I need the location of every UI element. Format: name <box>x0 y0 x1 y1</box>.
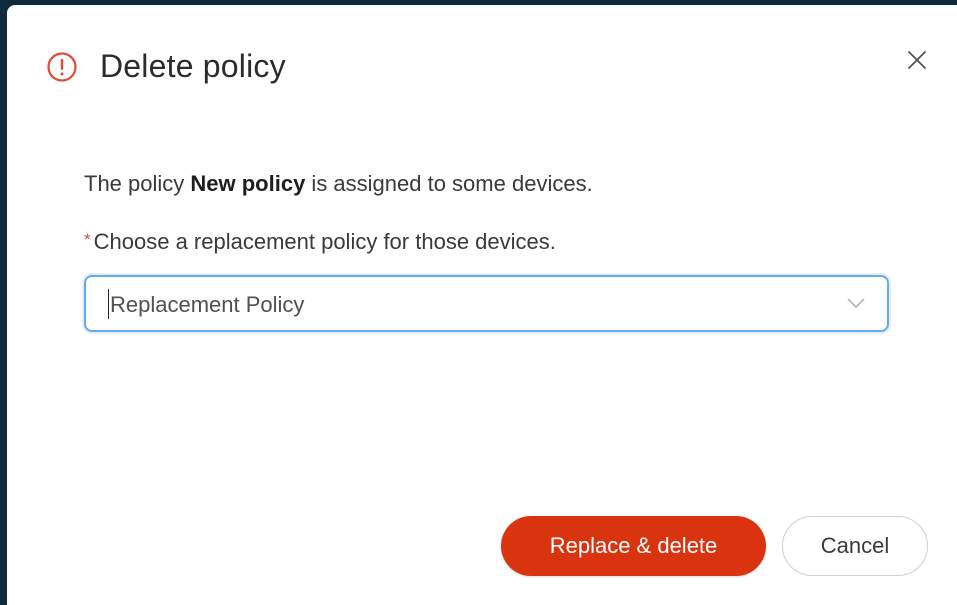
cancel-button[interactable]: Cancel <box>782 516 928 576</box>
dialog-message: The policy New policy is assigned to som… <box>84 171 593 197</box>
warning-circle-icon <box>47 51 77 82</box>
close-icon <box>908 51 926 69</box>
replace-and-delete-button[interactable]: Replace & delete <box>501 516 766 576</box>
replacement-label: * Choose a replacement policy for those … <box>84 229 556 255</box>
instruction-text: Choose a replacement policy for those de… <box>93 229 556 254</box>
replacement-policy-select[interactable]: Replacement Policy <box>84 275 889 332</box>
dialog-title: Delete policy <box>100 48 286 84</box>
select-placeholder: Replacement Policy <box>110 292 305 317</box>
text-cursor <box>108 289 109 319</box>
delete-policy-dialog: Delete policy The policy New policy is a… <box>7 5 957 605</box>
chevron-down-icon <box>847 298 865 309</box>
dialog-header: Delete policy <box>46 48 286 85</box>
required-marker: * <box>84 230 91 249</box>
policy-name: New policy <box>190 171 306 196</box>
close-button[interactable] <box>902 45 932 75</box>
message-prefix: The policy <box>84 171 191 196</box>
message-suffix: is assigned to some devices. <box>305 171 593 196</box>
